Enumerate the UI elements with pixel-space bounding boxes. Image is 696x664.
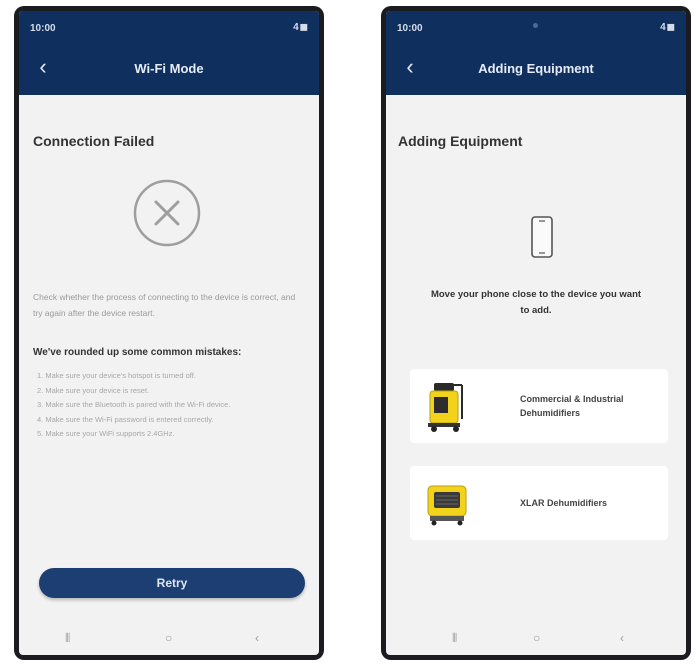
back-nav-icon[interactable]: ‹ [255,631,259,645]
list-item: 3. Make sure the Bluetooth is paired wit… [37,400,231,409]
page-title: Adding Equipment [478,61,594,76]
back-nav-icon[interactable]: ‹ [620,631,624,645]
card-label: XLAR Dehumidifiers [520,498,608,508]
card-label: Commercial & Industrial Dehumidifiers [520,394,624,418]
back-button[interactable]: ‹ [32,56,54,78]
system-nav-bar: ⦀ ○ ‹ [386,619,686,655]
status-time: 10:00 [397,23,423,34]
mistakes-list: 1. Make sure your device's hotspot is tu… [37,369,230,442]
close-circle-icon [133,179,201,247]
home-icon[interactable]: ○ [533,631,540,645]
recents-icon[interactable]: ⦀ [452,631,457,646]
app-bar: 10:00 4◼ ‹ Wi-Fi Mode [19,11,319,95]
connection-failed-heading: Connection Failed [33,133,155,149]
adding-equipment-screen: 10:00 4◼ ‹ Adding Equipment Adding Equip… [386,11,686,655]
camera-dot [533,23,538,28]
move-phone-instruction: Move your phone close to the device you … [430,289,642,316]
xlar-dehumidifier-image [427,485,467,526]
list-item: 1. Make sure your device's hotspot is tu… [37,371,196,380]
back-button[interactable]: ‹ [399,56,421,78]
phone-right: 10:00 4◼ ‹ Adding Equipment Adding Equip… [381,6,691,660]
commercial-dehumidifier-image [428,383,463,432]
recents-icon[interactable]: ⦀ [65,631,70,646]
wifi-mode-screen: 10:00 4◼ ‹ Wi-Fi Mode Connection Failed … [19,11,319,655]
status-signal: 4◼ [660,22,676,33]
system-nav-bar: ⦀ ○ ‹ [19,619,319,655]
adding-equipment-heading: Adding Equipment [398,133,523,149]
card-xlar[interactable]: XLAR Dehumidifiers [410,466,668,540]
list-item: 2. Make sure your device is reset. [37,385,150,395]
home-icon[interactable]: ○ [165,631,172,645]
app-bar: 10:00 4◼ ‹ Adding Equipment [386,11,686,95]
card-commercial-industrial[interactable]: Commercial & Industrial Dehumidifiers [410,369,668,443]
status-time: 10:00 [30,23,56,34]
page-title: Wi-Fi Mode [134,61,204,76]
failure-message: Check whether the process of connecting … [33,292,296,318]
mistakes-title: We've rounded up some common mistakes: [33,347,242,358]
list-item: 5. Make sure your WiFi supports 2.4GHz. [37,429,175,438]
retry-button[interactable]: Retry [39,568,305,598]
list-item: 4. Make sure the Wi-Fi password is enter… [37,414,214,424]
status-signal: 4◼ [293,22,309,33]
smartphone-icon [531,216,553,258]
phone-left: 10:00 4◼ ‹ Wi-Fi Mode Connection Failed … [14,6,324,660]
